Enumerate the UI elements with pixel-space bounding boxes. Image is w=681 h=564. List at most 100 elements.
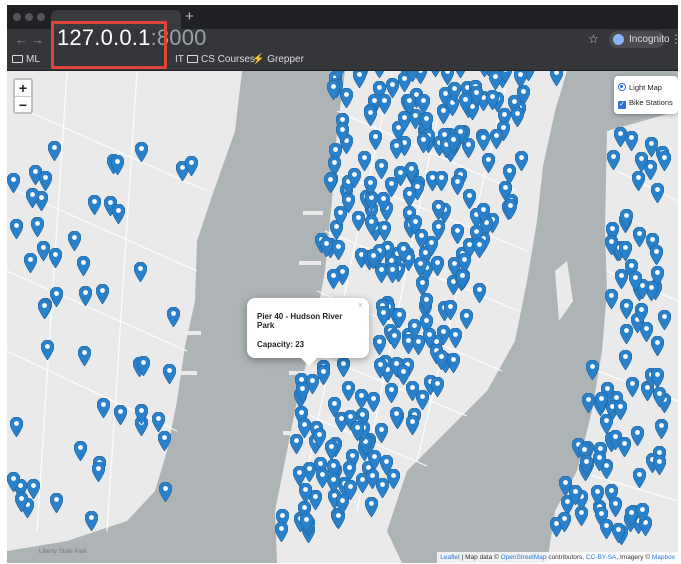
bike-station-marker-icon[interactable]: [325, 439, 339, 460]
bike-station-marker-icon[interactable]: [435, 349, 449, 370]
bike-station-marker-icon[interactable]: [413, 256, 427, 277]
bike-station-marker-icon[interactable]: [365, 215, 379, 236]
bike-station-marker-icon[interactable]: [332, 71, 345, 81]
bike-station-marker-icon[interactable]: [651, 368, 665, 389]
layer-light-map[interactable]: Light Map: [618, 80, 674, 95]
bike-station-marker-icon[interactable]: [364, 496, 378, 517]
bike-station-marker-icon[interactable]: [653, 386, 667, 407]
bike-station-marker-icon[interactable]: [585, 359, 599, 380]
bike-station-marker-icon[interactable]: [26, 187, 40, 208]
bike-station-marker-icon[interactable]: [416, 93, 430, 114]
bike-station-marker-icon[interactable]: [352, 71, 366, 89]
bike-station-marker-icon[interactable]: [558, 511, 572, 532]
bike-station-marker-icon[interactable]: [613, 127, 627, 148]
license-link[interactable]: CC-BY-SA: [586, 554, 616, 561]
bike-station-marker-icon[interactable]: [620, 208, 634, 229]
bike-station-marker-icon[interactable]: [324, 172, 337, 193]
bike-station-marker-icon[interactable]: [619, 324, 633, 345]
bike-station-marker-icon[interactable]: [376, 306, 390, 327]
bike-station-marker-icon[interactable]: [550, 71, 564, 86]
bike-station-marker-icon[interactable]: [396, 242, 410, 263]
bike-station-marker-icon[interactable]: [632, 468, 646, 489]
bike-station-marker-icon[interactable]: [7, 172, 21, 193]
bike-station-marker-icon[interactable]: [158, 481, 172, 502]
bike-station-marker-icon[interactable]: [39, 170, 53, 191]
bike-station-marker-icon[interactable]: [38, 299, 52, 320]
bike-station-marker-icon[interactable]: [618, 241, 632, 262]
bike-station-marker-icon[interactable]: [592, 450, 606, 471]
bike-station-marker-icon[interactable]: [634, 152, 648, 173]
bike-station-marker-icon[interactable]: [449, 328, 463, 349]
bike-station-marker-icon[interactable]: [430, 377, 444, 398]
bike-station-marker-icon[interactable]: [605, 289, 619, 310]
bike-station-marker-icon[interactable]: [582, 392, 596, 413]
bike-station-marker-icon[interactable]: [364, 106, 378, 127]
bike-station-marker-icon[interactable]: [373, 71, 386, 78]
bike-station-marker-icon[interactable]: [335, 123, 349, 144]
bike-station-marker-icon[interactable]: [422, 328, 436, 349]
bike-station-marker-icon[interactable]: [327, 80, 341, 101]
bike-station-marker-icon[interactable]: [84, 510, 98, 531]
popup-close-button[interactable]: ×: [358, 300, 363, 310]
bike-station-marker-icon[interactable]: [451, 175, 465, 196]
bike-station-marker-icon[interactable]: [511, 107, 525, 128]
bike-station-marker-icon[interactable]: [625, 130, 639, 151]
bike-station-marker-icon[interactable]: [369, 130, 383, 151]
bike-station-marker-icon[interactable]: [463, 189, 477, 210]
bike-station-marker-icon[interactable]: [386, 263, 400, 284]
bike-station-marker-icon[interactable]: [403, 187, 417, 208]
bike-station-marker-icon[interactable]: [631, 171, 645, 192]
leaflet-link[interactable]: Leaflet: [440, 554, 460, 561]
bike-station-marker-icon[interactable]: [489, 71, 503, 90]
bike-station-marker-icon[interactable]: [295, 381, 309, 402]
bike-station-marker-icon[interactable]: [73, 441, 87, 462]
bike-station-marker-icon[interactable]: [88, 194, 101, 215]
bike-station-marker-icon[interactable]: [375, 477, 389, 498]
bike-station-marker-icon[interactable]: [481, 153, 495, 174]
bike-station-marker-icon[interactable]: [650, 336, 664, 357]
bike-station-marker-icon[interactable]: [326, 268, 340, 289]
bike-station-marker-icon[interactable]: [604, 235, 618, 256]
bike-station-marker-icon[interactable]: [68, 231, 82, 252]
bike-station-marker-icon[interactable]: [332, 240, 346, 261]
bike-station-marker-icon[interactable]: [489, 129, 503, 150]
bike-station-marker-icon[interactable]: [95, 284, 109, 305]
bike-station-marker-icon[interactable]: [406, 414, 420, 435]
bike-station-marker-icon[interactable]: [48, 247, 62, 268]
bike-station-marker-icon[interactable]: [396, 365, 410, 386]
bike-station-marker-icon[interactable]: [398, 71, 411, 77]
bike-station-marker-icon[interactable]: [625, 377, 639, 398]
bike-station-marker-icon[interactable]: [320, 237, 334, 258]
bike-station-marker-icon[interactable]: [110, 154, 124, 175]
bike-station-marker-icon[interactable]: [96, 398, 110, 419]
bike-station-marker-icon[interactable]: [620, 298, 634, 319]
bike-station-marker-icon[interactable]: [376, 192, 390, 213]
bike-station-marker-icon[interactable]: [590, 484, 604, 505]
bike-station-marker-icon[interactable]: [446, 352, 460, 373]
bike-station-marker-icon[interactable]: [134, 261, 148, 282]
bike-station-marker-icon[interactable]: [7, 472, 20, 493]
bike-station-marker-icon[interactable]: [630, 425, 644, 446]
bike-station-marker-icon[interactable]: [375, 423, 389, 443]
checkbox-checked-icon[interactable]: ✓: [618, 101, 626, 109]
bike-station-marker-icon[interactable]: [378, 220, 392, 241]
radio-selected-icon[interactable]: [618, 83, 626, 91]
bookmark-ml[interactable]: ML: [12, 54, 40, 65]
bike-station-marker-icon[interactable]: [315, 468, 329, 488]
bike-station-marker-icon[interactable]: [419, 292, 433, 313]
bike-station-marker-icon[interactable]: [600, 519, 614, 540]
bike-station-marker-icon[interactable]: [134, 142, 148, 163]
bike-station-marker-icon[interactable]: [23, 253, 37, 274]
bike-station-marker-icon[interactable]: [477, 203, 491, 224]
bike-station-marker-icon[interactable]: [455, 268, 469, 289]
minimize-window-button[interactable]: [25, 13, 33, 21]
bike-station-marker-icon[interactable]: [628, 270, 642, 291]
bike-station-marker-icon[interactable]: [10, 417, 24, 438]
bookmark-it[interactable]: IT: [175, 54, 184, 65]
bike-station-marker-icon[interactable]: [386, 77, 400, 98]
bike-station-marker-icon[interactable]: [299, 482, 313, 503]
bookmark-grepper[interactable]: ⚡ Grepper: [252, 54, 304, 65]
bike-station-marker-icon[interactable]: [454, 71, 467, 78]
bike-station-marker-icon[interactable]: [317, 365, 331, 386]
bike-station-marker-icon[interactable]: [341, 192, 355, 213]
